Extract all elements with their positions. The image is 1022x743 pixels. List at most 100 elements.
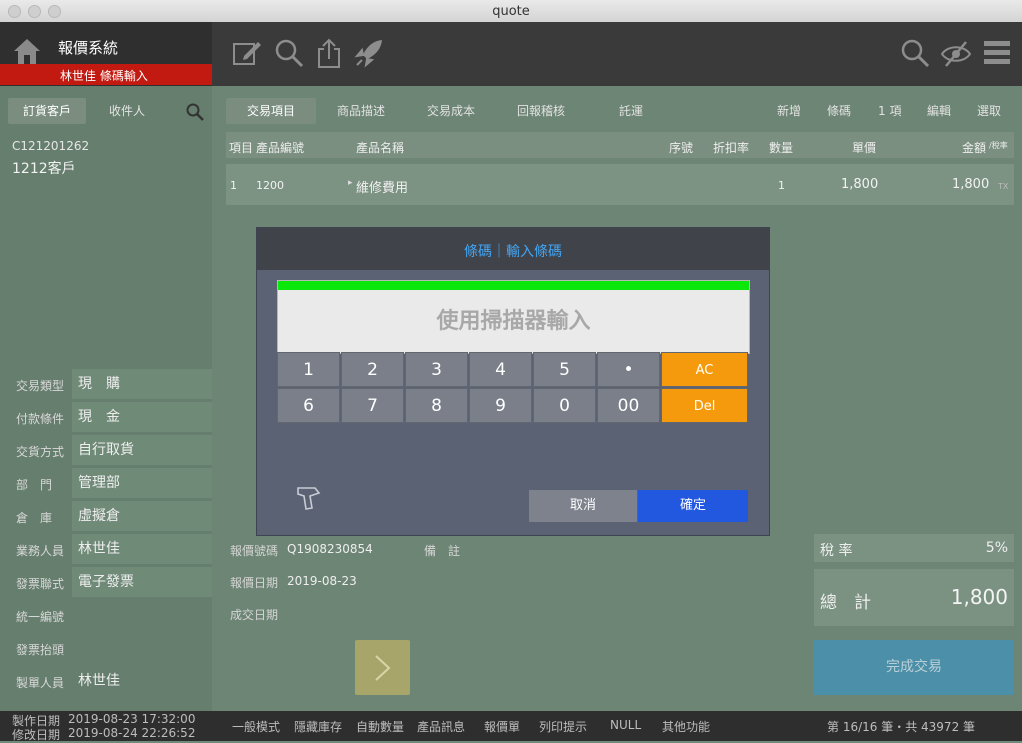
tab-order-customer[interactable]: 訂貨客戶 bbox=[8, 98, 86, 124]
key-5[interactable]: 5 bbox=[533, 352, 596, 387]
search-icon[interactable] bbox=[900, 38, 930, 68]
hide-eye-icon[interactable] bbox=[940, 40, 972, 68]
mode-quote-sheet[interactable]: 報價單 bbox=[484, 718, 520, 735]
key-0[interactable]: 0 bbox=[533, 388, 596, 423]
key-9[interactable]: 9 bbox=[469, 388, 532, 423]
mode-other[interactable]: 其他功能 bbox=[662, 718, 710, 735]
field-label: 製單人員 bbox=[16, 676, 65, 690]
total-label: 總 計 bbox=[820, 593, 871, 613]
field-label: 發票聯式 bbox=[16, 577, 65, 591]
key-2[interactable]: 2 bbox=[341, 352, 404, 387]
key-8[interactable]: 8 bbox=[405, 388, 468, 423]
mode-null[interactable]: NULL bbox=[610, 718, 641, 732]
row-price: 1,800 bbox=[841, 177, 879, 192]
tab-trade-cost[interactable]: 交易成本 bbox=[427, 98, 475, 124]
add-button[interactable]: 新增 bbox=[777, 98, 801, 124]
key-1[interactable]: 1 bbox=[277, 352, 340, 387]
field-payment-terms[interactable]: 付款條件現 金 bbox=[0, 402, 212, 432]
quote-no-label: 報價號碼 bbox=[230, 544, 279, 558]
modified-label: 修改日期 bbox=[12, 728, 61, 742]
app-name: 報價系統 bbox=[58, 39, 119, 57]
field-label: 交貨方式 bbox=[16, 445, 65, 459]
barcode-input[interactable]: 使用掃描器輸入 bbox=[277, 280, 750, 354]
field-label: 統一編號 bbox=[16, 610, 65, 624]
modified-date: 2019-08-24 22:26:52 bbox=[68, 726, 196, 740]
tab-audit[interactable]: 回報稽核 bbox=[517, 98, 565, 124]
col-discount: 折扣率 bbox=[713, 141, 750, 155]
key-dot[interactable]: • bbox=[597, 352, 660, 387]
mode-normal[interactable]: 一般模式 bbox=[232, 718, 280, 735]
tab-trade-items[interactable]: 交易項目 bbox=[226, 98, 316, 124]
mode-auto-qty[interactable]: 自動數量 bbox=[356, 718, 404, 735]
key-4[interactable]: 4 bbox=[469, 352, 532, 387]
tab-product-description[interactable]: 商品描述 bbox=[337, 98, 385, 124]
customer-name: 1212客戶 bbox=[12, 161, 76, 177]
rocket-icon[interactable] bbox=[354, 38, 384, 68]
row-name: 維修費用 bbox=[356, 181, 409, 196]
home-icon[interactable] bbox=[12, 36, 42, 66]
table-row[interactable]: 1 1200 ▸ 維修費用 1 1,800 1,800 TX bbox=[226, 164, 1014, 205]
search-icon[interactable] bbox=[274, 38, 304, 68]
field-trade-type[interactable]: 交易類型現 購 bbox=[0, 369, 212, 399]
window-title: quote bbox=[492, 4, 530, 19]
col-name: 產品名稱 bbox=[356, 141, 405, 155]
col-item: 項目 bbox=[229, 141, 254, 155]
col-amount: 金額 bbox=[962, 141, 987, 155]
expand-arrow-icon[interactable]: ▸ bbox=[348, 178, 353, 188]
row-qty: 1 bbox=[778, 179, 785, 192]
share-icon[interactable] bbox=[316, 37, 342, 69]
field-department[interactable]: 部 門 管理部 bbox=[0, 468, 212, 498]
customer-id: C121201262 bbox=[12, 139, 90, 153]
scanner-icon[interactable] bbox=[295, 484, 323, 512]
tax-rate-label: 稅 率 bbox=[820, 543, 853, 559]
mode-product-info[interactable]: 產品訊息 bbox=[417, 718, 465, 735]
field-warehouse[interactable]: 倉 庫 虛擬倉 bbox=[0, 501, 212, 531]
field-value: 虛擬倉 bbox=[72, 501, 212, 531]
field-tax-id[interactable]: 統一編號 bbox=[0, 600, 212, 630]
field-value: 自行取貨 bbox=[72, 435, 212, 465]
menu-icon[interactable] bbox=[984, 41, 1010, 65]
ac-button[interactable]: AC bbox=[661, 352, 748, 387]
confirm-button[interactable]: 確定 bbox=[638, 490, 748, 522]
item-count: 1 項 bbox=[878, 104, 902, 118]
quote-date: 2019-08-23 bbox=[287, 574, 357, 588]
field-label: 倉 庫 bbox=[16, 511, 53, 525]
field-invoice-type[interactable]: 發票聯式 電子發票 bbox=[0, 567, 212, 597]
tab-receiver[interactable]: 收件人 bbox=[92, 98, 162, 124]
key-00[interactable]: 00 bbox=[597, 388, 660, 423]
field-value: 現 購 bbox=[72, 369, 212, 399]
field-label: 交易類型 bbox=[16, 379, 65, 393]
quote-date-label: 報價日期 bbox=[230, 576, 279, 590]
customer-search-icon[interactable] bbox=[186, 103, 204, 121]
barcode-button[interactable]: 條碼 bbox=[827, 98, 851, 124]
total-box: 總 計 1,800 bbox=[814, 569, 1014, 626]
key-6[interactable]: 6 bbox=[277, 388, 340, 423]
row-code: 1200 bbox=[256, 179, 284, 192]
mode-print-hint[interactable]: 列印提示 bbox=[539, 718, 587, 735]
row-item: 1 bbox=[230, 179, 237, 192]
field-salesperson[interactable]: 業務人員 林世佳 bbox=[0, 534, 212, 564]
cancel-button[interactable]: 取消 bbox=[529, 490, 637, 522]
next-button[interactable] bbox=[355, 640, 410, 695]
field-invoice-title[interactable]: 發票抬頭 bbox=[0, 633, 212, 663]
created-date: 2019-08-23 17:32:00 bbox=[68, 712, 196, 726]
field-value: 林世佳 bbox=[78, 673, 120, 689]
field-value: 電子發票 bbox=[72, 567, 212, 597]
key-7[interactable]: 7 bbox=[341, 388, 404, 423]
field-delivery-method[interactable]: 交貨方式 自行取貨 bbox=[0, 435, 212, 465]
col-code: 產品編號 bbox=[256, 141, 305, 155]
del-button[interactable]: Del bbox=[661, 388, 748, 423]
field-label: 付款條件 bbox=[16, 412, 65, 426]
edit-button[interactable]: 編輯 bbox=[927, 98, 951, 124]
quote-no: Q1908230854 bbox=[287, 542, 373, 556]
mode-hide-stock[interactable]: 隱藏庫存 bbox=[294, 718, 342, 735]
tab-shipping[interactable]: 託運 bbox=[619, 98, 643, 124]
edit-icon[interactable] bbox=[232, 38, 262, 68]
key-3[interactable]: 3 bbox=[405, 352, 468, 387]
select-button[interactable]: 選取 bbox=[977, 98, 1001, 124]
remark-label: 備 註 bbox=[424, 544, 461, 558]
complete-trade-button[interactable]: 完成交易 bbox=[814, 640, 1014, 695]
barcode-placeholder: 使用掃描器輸入 bbox=[436, 309, 591, 334]
brand-area: 報價系統 林世佳 條碼輸入 bbox=[0, 22, 212, 86]
tax-rate-box: 稅 率 5% bbox=[814, 534, 1014, 562]
